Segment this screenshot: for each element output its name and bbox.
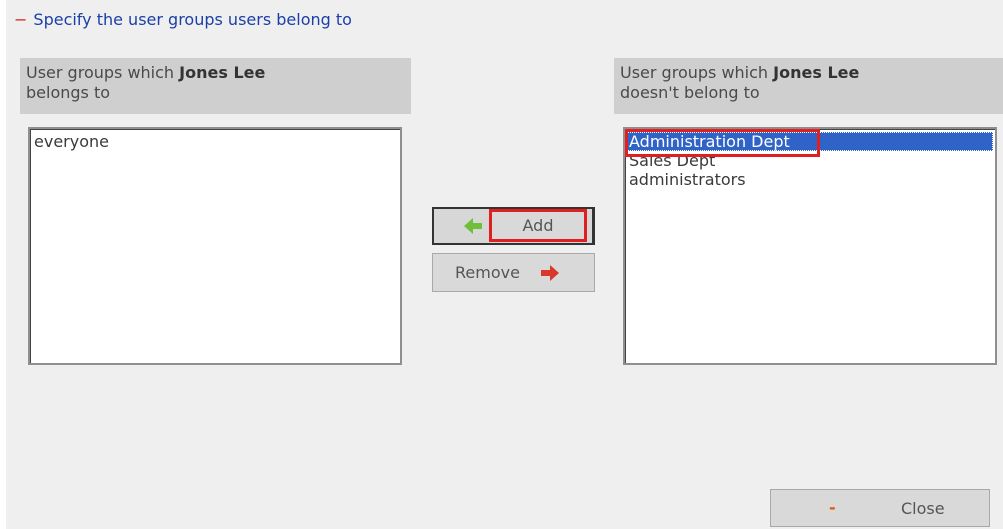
list-item-selected[interactable]: Administration Dept [627, 132, 993, 151]
available-groups-list[interactable]: Administration Dept Sales Dept administr… [623, 127, 997, 365]
list-item[interactable]: administrators [627, 170, 993, 189]
green-left-arrow-icon [464, 218, 482, 234]
user-name: Jones Lee [773, 63, 860, 82]
list-item[interactable]: Sales Dept [627, 151, 993, 170]
section-header[interactable]: − Specify the user groups users belong to [14, 10, 352, 29]
add-label-box[interactable]: Add [489, 209, 587, 242]
header-suffix: doesn't belong to [620, 83, 760, 102]
collapse-toggle[interactable]: − [14, 10, 27, 29]
add-label: Add [522, 216, 554, 235]
header-prefix: User groups which [26, 63, 175, 82]
close-button[interactable]: - Close [770, 489, 990, 527]
header-prefix: User groups which [620, 63, 769, 82]
section-title: Specify the user groups users belong to [33, 10, 352, 29]
remove-label: Remove [455, 263, 520, 282]
header-suffix: belongs to [26, 83, 111, 102]
available-groups-header: User groups which Jones Lee doesn't belo… [614, 58, 1003, 114]
user-name: Jones Lee [179, 63, 266, 82]
member-groups-list[interactable]: everyone [28, 127, 402, 365]
close-label: Close [901, 499, 945, 518]
add-button[interactable]: Add [432, 207, 595, 245]
member-groups-header: User groups which Jones Lee belongs to [20, 58, 411, 114]
close-icon: - [829, 498, 836, 517]
remove-button[interactable]: Remove [432, 253, 595, 292]
red-right-arrow-icon [541, 265, 559, 281]
list-item[interactable]: everyone [32, 132, 398, 151]
